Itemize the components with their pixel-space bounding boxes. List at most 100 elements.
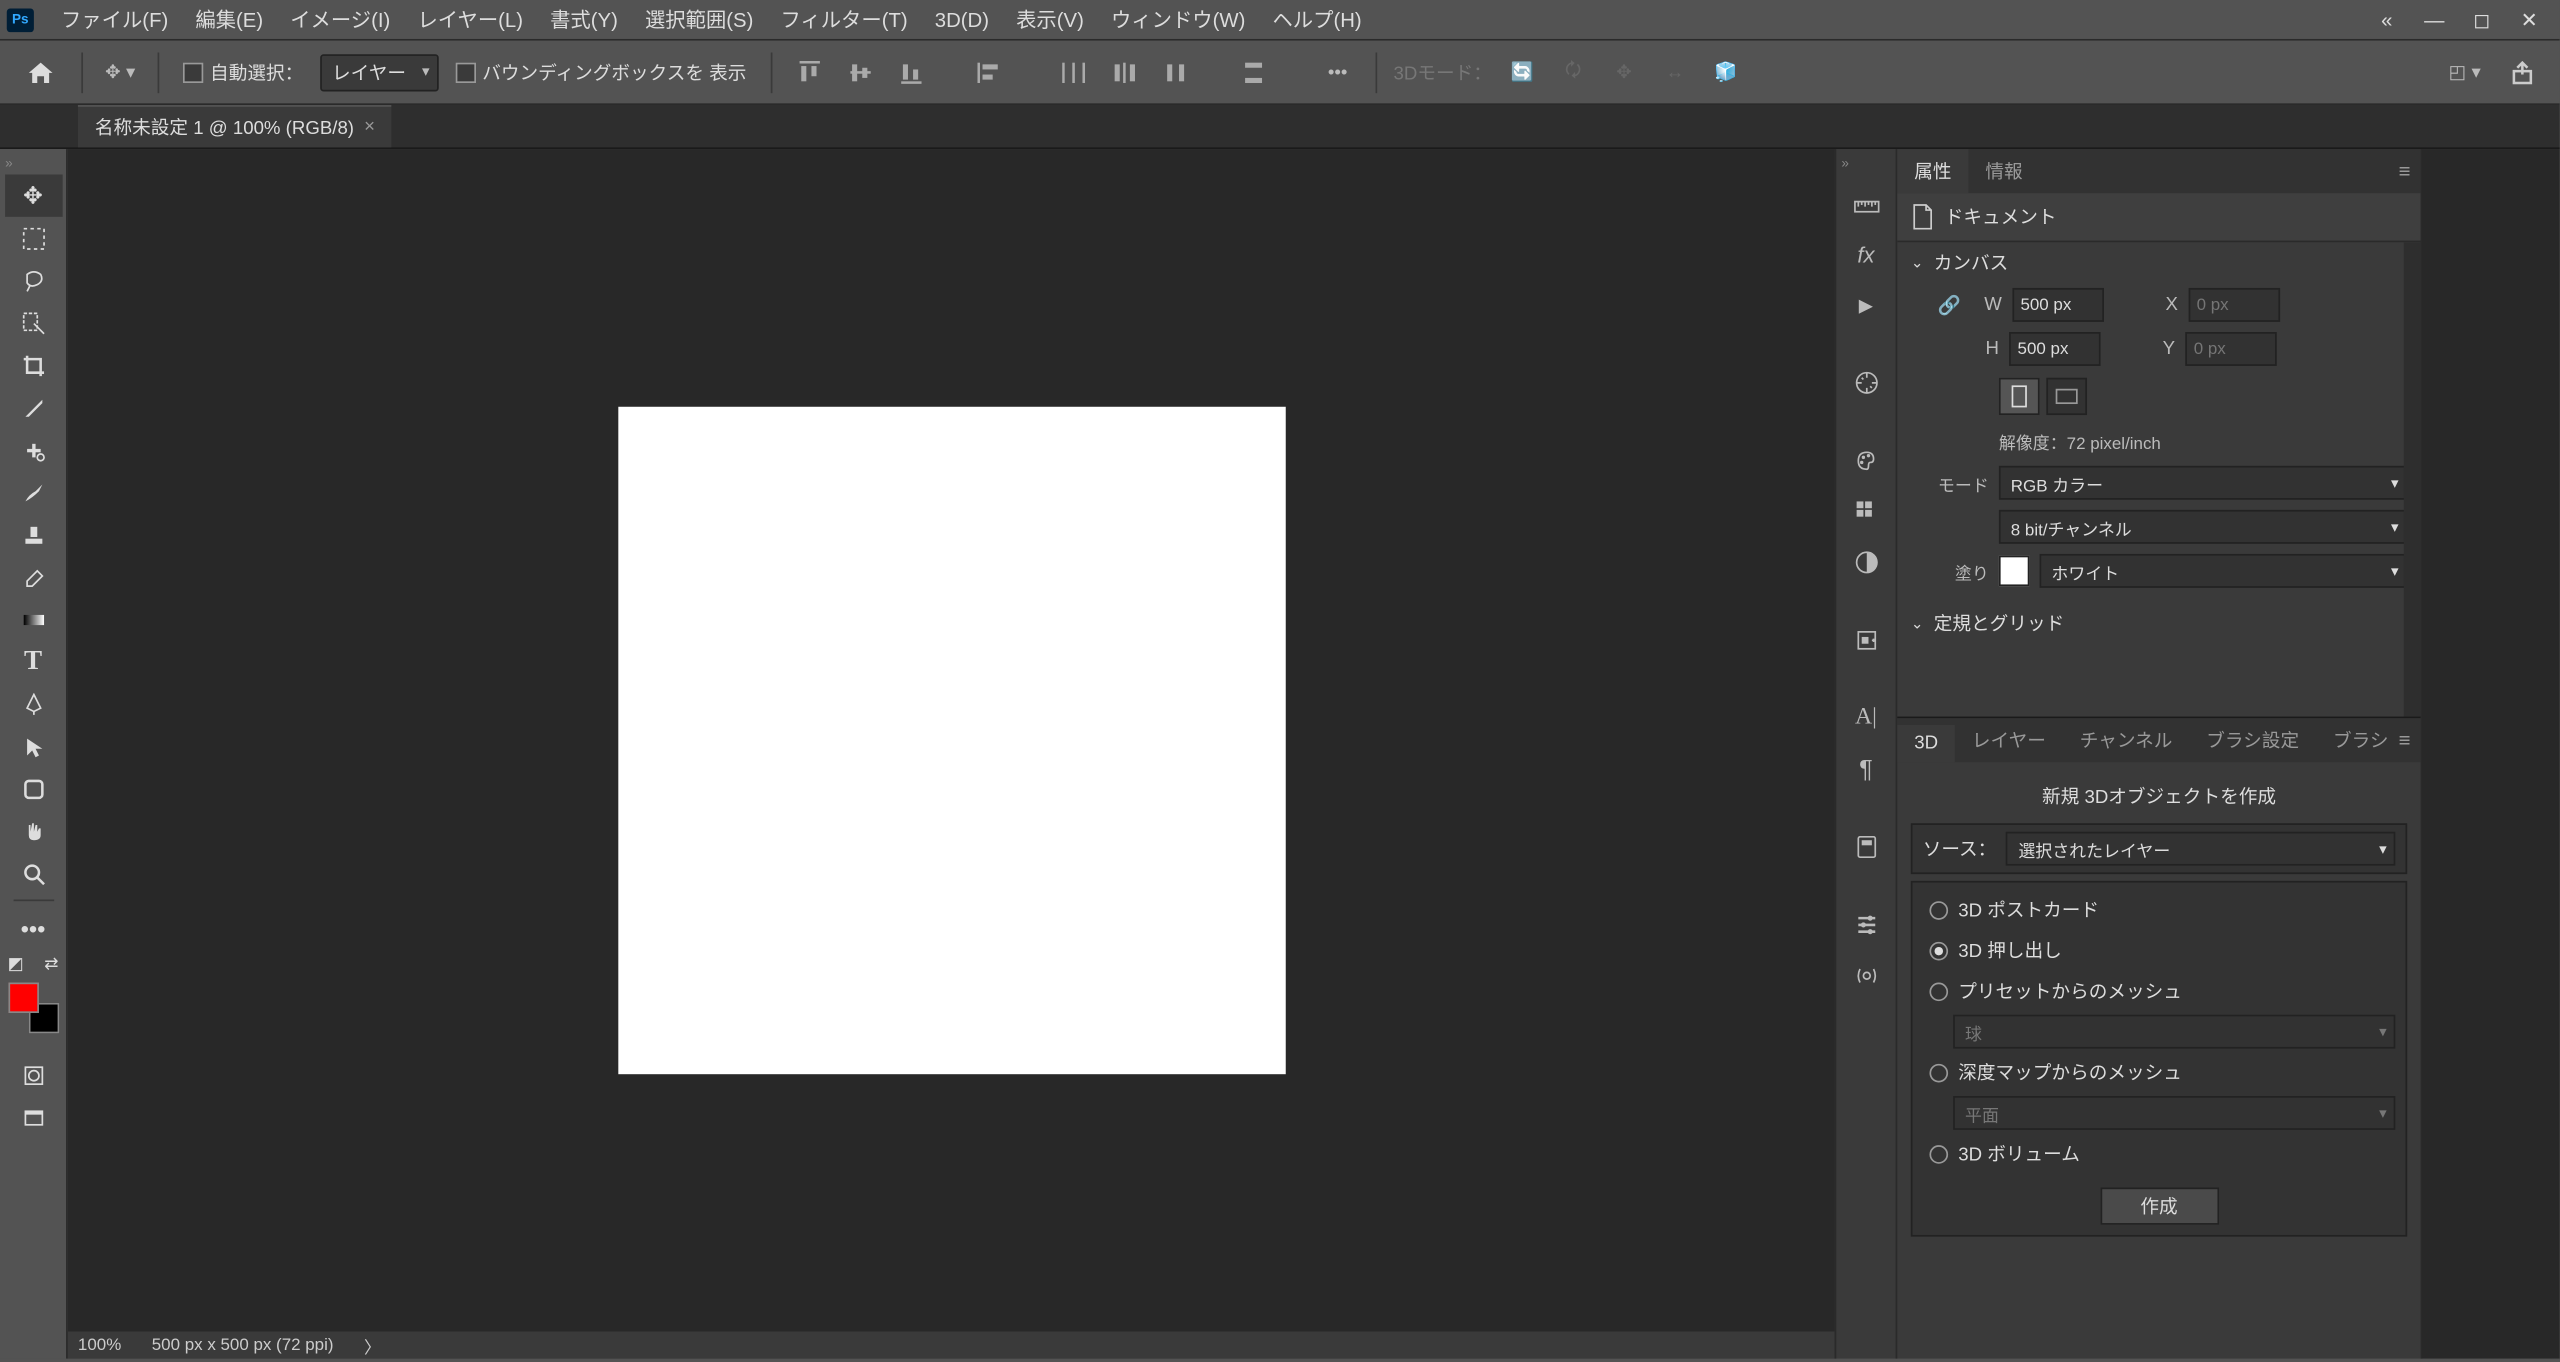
eraser-tool[interactable] <box>4 556 62 598</box>
fx-icon[interactable]: fx <box>1842 235 1889 272</box>
radio-volume[interactable] <box>1929 1144 1948 1163</box>
radio-depthmap[interactable] <box>1929 1063 1948 1082</box>
eyedropper-tool[interactable] <box>4 386 62 428</box>
menu-3d[interactable]: 3D(D) <box>921 1 1002 38</box>
default-colors-icon[interactable]: ◩ <box>8 955 24 974</box>
option-extrusion[interactable]: 3D 押し出し <box>1923 933 2396 967</box>
libraries-icon[interactable] <box>1842 622 1889 659</box>
tab-info[interactable]: 情報 <box>1968 149 2039 193</box>
arrange-docs-icon[interactable]: ◰ ▾ <box>2444 52 2485 93</box>
swatches-icon[interactable] <box>1842 493 1889 530</box>
depthmap-subselect[interactable]: 平面 <box>1953 1096 2395 1130</box>
option-volume[interactable]: 3D ボリューム <box>1923 1137 2396 1171</box>
tab-brush[interactable]: ブラシ <box>2316 718 2405 762</box>
menu-image[interactable]: イメージ(I) <box>277 0 404 41</box>
distribute-h-icon[interactable] <box>1053 52 1094 93</box>
navigator-icon[interactable] <box>1842 364 1889 401</box>
3d-zoom-icon[interactable]: 🧊 <box>1705 52 1746 93</box>
bit-depth-select[interactable]: 8 bit/チャンネル <box>1999 510 2407 544</box>
maximize-icon[interactable]: ◻ <box>2458 0 2505 40</box>
source-select[interactable]: 選択されたレイヤー <box>2006 832 2395 866</box>
distribute-h2-icon[interactable] <box>1104 52 1145 93</box>
gradient-tool[interactable] <box>4 598 62 640</box>
type-tool[interactable]: T <box>4 640 62 682</box>
screen-mode-tool[interactable] <box>4 1096 62 1138</box>
distribute-h3-icon[interactable] <box>1155 52 1196 93</box>
quickmask-tool[interactable] <box>4 1054 62 1096</box>
3d-roll-icon[interactable]: 🗘 <box>1553 52 1594 93</box>
marquee-tool[interactable] <box>4 217 62 259</box>
menu-help[interactable]: ヘルプ(H) <box>1259 0 1375 41</box>
tab-3d[interactable]: 3D <box>1897 725 1955 762</box>
option-depthmap[interactable]: 深度マップからのメッシュ <box>1923 1055 2396 1089</box>
3d-slide-icon[interactable]: ↔ <box>1655 52 1696 93</box>
status-chevron-icon[interactable]: 〉 <box>364 1332 381 1357</box>
scrollbar[interactable] <box>2404 242 2421 716</box>
tab-properties[interactable]: 属性 <box>1897 149 1968 193</box>
settings-icon[interactable] <box>1842 906 1889 943</box>
menu-filter[interactable]: フィルター(T) <box>767 0 921 41</box>
show-bounding-option[interactable]: バウンディングボックスを 表示 <box>448 55 753 89</box>
menu-file[interactable]: ファイル(F) <box>47 0 181 41</box>
brush-tool[interactable] <box>4 471 62 513</box>
foreground-color[interactable] <box>8 983 38 1013</box>
move-tool-icon[interactable]: ✥ ▾ <box>100 52 141 93</box>
tab-channels[interactable]: チャンネル <box>2063 718 2189 762</box>
stamp-tool[interactable] <box>4 513 62 555</box>
share-icon[interactable] <box>2502 52 2543 93</box>
align-top-icon[interactable] <box>789 52 830 93</box>
align-vcenter-icon[interactable] <box>840 52 881 93</box>
align-left-icon[interactable] <box>968 52 1009 93</box>
fill-select[interactable]: ホワイト <box>2040 554 2408 588</box>
panel-menu-icon[interactable]: ≡ <box>2399 728 2411 752</box>
paragraph-icon[interactable]: ¶ <box>1842 750 1889 787</box>
color-mode-select[interactable]: RGB カラー <box>1999 466 2407 500</box>
auto-select-option[interactable]: 自動選択： <box>176 55 310 89</box>
rulers-section-header[interactable]: ⌄ 定規とグリッド <box>1897 603 2420 644</box>
canvas[interactable] <box>617 407 1284 1074</box>
tab-layers[interactable]: レイヤー <box>1955 718 2063 762</box>
path-select-tool[interactable] <box>4 725 62 767</box>
minimize-icon[interactable]: — <box>2411 0 2458 40</box>
color-swatches[interactable] <box>8 983 59 1034</box>
portrait-button[interactable] <box>1999 378 2040 415</box>
edit-toolbar-icon[interactable]: ••• <box>4 906 62 948</box>
shape-tool[interactable] <box>4 767 62 809</box>
align-bottom-icon[interactable] <box>890 52 931 93</box>
more-options-icon[interactable]: ••• <box>1317 52 1358 93</box>
radio-extrusion[interactable] <box>1929 941 1948 960</box>
preset-subselect[interactable]: 球 <box>1953 1015 2395 1049</box>
document-tab[interactable]: 名称未設定 1 @ 100% (RGB/8) × <box>78 105 392 147</box>
zoom-value[interactable]: 100% <box>78 1336 121 1355</box>
width-field[interactable] <box>2012 288 2103 322</box>
menu-select[interactable]: 選択範囲(S) <box>631 0 767 41</box>
ruler-icon[interactable] <box>1842 185 1889 222</box>
lasso-tool[interactable] <box>4 259 62 301</box>
landscape-button[interactable] <box>2046 378 2087 415</box>
home-button[interactable] <box>17 48 64 95</box>
forward-icon[interactable]: ▶ <box>1842 286 1889 323</box>
zoom-tool[interactable] <box>4 852 62 894</box>
menu-type[interactable]: 書式(Y) <box>537 0 632 41</box>
bounding-checkbox[interactable] <box>455 62 475 82</box>
menu-layer[interactable]: レイヤー(L) <box>404 0 537 41</box>
3d-orbit-icon[interactable]: 🔄 <box>1502 52 1543 93</box>
history-icon[interactable] <box>1842 828 1889 865</box>
close-tab-icon[interactable]: × <box>364 117 375 137</box>
height-field[interactable] <box>2009 332 2100 366</box>
distribute-v-icon[interactable] <box>1233 52 1274 93</box>
y-field[interactable] <box>2185 332 2276 366</box>
menu-window[interactable]: ウィンドウ(W) <box>1097 0 1258 41</box>
canvas-area[interactable]: 100% 500 px x 500 px (72 ppi) 〉 <box>68 149 1835 1359</box>
menu-edit[interactable]: 編集(E) <box>182 0 277 41</box>
swap-colors-icon[interactable]: ⇄ <box>44 955 58 974</box>
auto-select-checkbox[interactable] <box>183 62 203 82</box>
pen-tool[interactable] <box>4 683 62 725</box>
panel-menu-icon[interactable]: ≡ <box>2399 159 2411 183</box>
color-icon[interactable] <box>1842 442 1889 479</box>
radio-preset[interactable] <box>1929 982 1948 1001</box>
quick-select-tool[interactable] <box>4 302 62 344</box>
fill-swatch[interactable] <box>1999 556 2029 586</box>
option-preset-mesh[interactable]: プリセットからのメッシュ <box>1923 974 2396 1008</box>
adjustments-icon[interactable] <box>1842 544 1889 581</box>
